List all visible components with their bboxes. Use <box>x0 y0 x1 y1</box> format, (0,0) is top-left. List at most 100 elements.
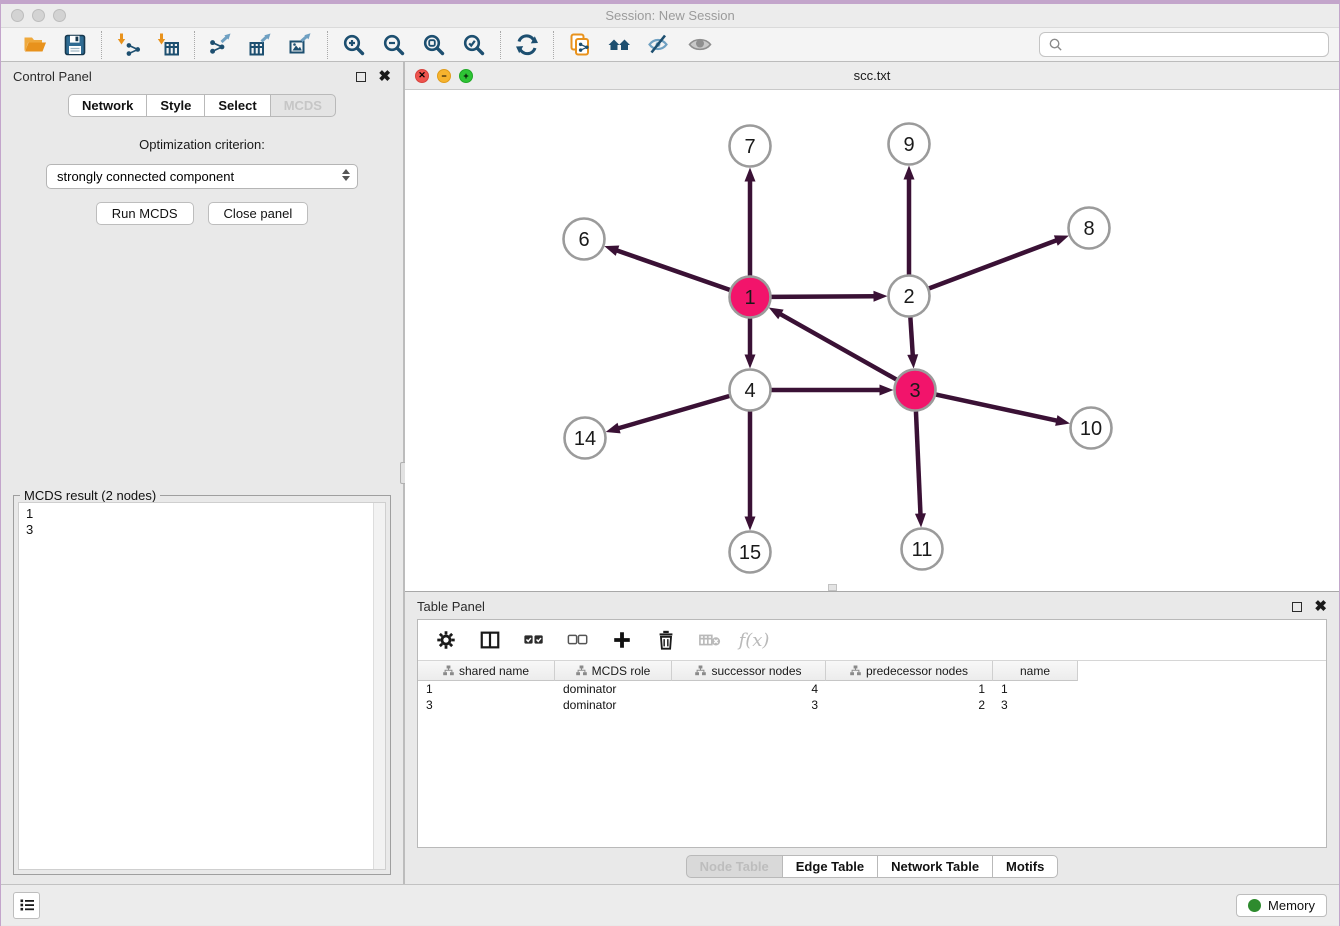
cell-successor-nodes[interactable]: 3 <box>672 698 826 712</box>
add-column-icon[interactable] <box>610 628 634 652</box>
float-panel-icon[interactable] <box>356 72 366 82</box>
graph-edge-1-6[interactable] <box>604 246 729 290</box>
zoom-fit-icon[interactable] <box>420 31 448 59</box>
graph-edge-2-9[interactable] <box>904 166 915 275</box>
control-panel-tabs: NetworkStyleSelectMCDS <box>1 94 403 117</box>
first-neighbors-icon[interactable] <box>606 31 634 59</box>
close-icon[interactable] <box>11 9 24 22</box>
scrollbar[interactable] <box>373 503 385 869</box>
cell-name[interactable]: 3 <box>993 698 1078 712</box>
column-header-shared-name[interactable]: shared name <box>418 661 555 681</box>
cell-shared-name[interactable]: 3 <box>418 698 555 712</box>
task-history-button[interactable] <box>13 892 40 919</box>
split-panel-icon[interactable] <box>478 628 502 652</box>
hide-details-icon[interactable] <box>646 31 674 59</box>
graph-edge-3-11[interactable] <box>915 411 926 527</box>
mcds-result-text[interactable]: 13 <box>19 503 373 869</box>
graph-edge-1-2[interactable] <box>771 291 887 302</box>
close-panel-icon[interactable]: ✖ <box>378 69 391 84</box>
export-table-icon[interactable] <box>247 31 275 59</box>
column-header-successor-nodes[interactable]: successor nodes <box>672 661 826 681</box>
graph-edge-3-10[interactable] <box>936 395 1070 426</box>
graph-edge-4-3[interactable] <box>772 385 894 396</box>
table-header-row: shared nameMCDS rolesuccessor nodesprede… <box>418 660 1326 681</box>
graph-node-9[interactable]: 9 <box>889 124 930 165</box>
graph-node-4[interactable]: 4 <box>730 370 771 411</box>
graph-node-8[interactable]: 8 <box>1069 208 1110 249</box>
cell-mcds-role[interactable]: dominator <box>555 682 672 696</box>
run-mcds-button[interactable]: Run MCDS <box>96 202 194 225</box>
graph-edge-2-3[interactable] <box>907 317 918 368</box>
graph-edge-3-1[interactable] <box>769 308 897 380</box>
graph-edge-1-4[interactable] <box>745 319 756 369</box>
tab-network-table[interactable]: Network Table <box>877 855 992 878</box>
memory-button[interactable]: Memory <box>1236 894 1327 917</box>
column-header-predecessor-nodes[interactable]: predecessor nodes <box>826 661 993 681</box>
clone-network-icon[interactable] <box>566 31 594 59</box>
delete-column-icon[interactable] <box>654 628 678 652</box>
criterion-select[interactable]: strongly connected component <box>46 164 358 189</box>
network-canvas[interactable]: 7 9 6 8 1 2 4 3 14 10 15 11 <box>405 90 1339 591</box>
control-panel: Control Panel ✖ NetworkStyleSelectMCDS O… <box>1 62 403 884</box>
tab-motifs[interactable]: Motifs <box>992 855 1058 878</box>
close-panel-icon[interactable]: ✖ <box>1314 599 1327 614</box>
splitter-grip[interactable] <box>828 584 837 591</box>
zoom-in-icon[interactable] <box>340 31 368 59</box>
graph-node-14[interactable]: 14 <box>565 418 606 459</box>
cell-name[interactable]: 1 <box>993 682 1078 696</box>
graph-edge-4-15[interactable] <box>745 412 756 531</box>
show-details-icon[interactable] <box>686 31 714 59</box>
graph-node-1[interactable]: 1 <box>730 277 771 318</box>
export-image-icon[interactable] <box>287 31 315 59</box>
cell-successor-nodes[interactable]: 4 <box>672 682 826 696</box>
maximize-icon[interactable] <box>53 9 66 22</box>
graph-edge-4-14[interactable] <box>606 396 730 433</box>
refresh-icon[interactable] <box>513 31 541 59</box>
toolbar-separator <box>553 31 554 59</box>
graph-node-6[interactable]: 6 <box>564 219 605 260</box>
graph-node-15[interactable]: 15 <box>730 532 771 573</box>
close-icon[interactable]: ✕ <box>415 69 429 83</box>
svg-text:1: 1 <box>744 287 755 309</box>
column-header-name[interactable]: name <box>993 661 1078 681</box>
table-toolbar: f(x) <box>418 620 1326 660</box>
cell-shared-name[interactable]: 1 <box>418 682 555 696</box>
graph-node-10[interactable]: 10 <box>1071 408 1112 449</box>
zoom-icon[interactable]: + <box>459 69 473 83</box>
graph-node-3[interactable]: 3 <box>895 370 936 411</box>
deselect-all-icon[interactable] <box>566 628 590 652</box>
mcds-tab-content: Optimization criterion: strongly connect… <box>1 117 403 884</box>
gear-icon[interactable] <box>434 628 458 652</box>
column-header-mcds-role[interactable]: MCDS role <box>555 661 672 681</box>
graph-node-2[interactable]: 2 <box>889 276 930 317</box>
open-file-icon[interactable] <box>21 31 49 59</box>
zoom-out-icon[interactable] <box>380 31 408 59</box>
import-network-icon[interactable] <box>114 31 142 59</box>
cell-mcds-role[interactable]: dominator <box>555 698 672 712</box>
tab-network[interactable]: Network <box>68 94 146 117</box>
float-panel-icon[interactable] <box>1292 602 1302 612</box>
zoom-selected-icon[interactable] <box>460 31 488 59</box>
search-input[interactable] <box>1069 36 1320 53</box>
graph-node-11[interactable]: 11 <box>902 529 943 570</box>
cell-predecessor-nodes[interactable]: 2 <box>826 698 993 712</box>
minimize-icon[interactable] <box>32 9 45 22</box>
svg-text:3: 3 <box>909 380 920 402</box>
export-network-icon[interactable] <box>207 31 235 59</box>
minimize-icon[interactable]: − <box>437 69 451 83</box>
import-table-icon[interactable] <box>154 31 182 59</box>
table-row[interactable]: 1dominator411 <box>418 681 1326 697</box>
cell-predecessor-nodes[interactable]: 1 <box>826 682 993 696</box>
tab-select[interactable]: Select <box>204 94 269 117</box>
graph-node-7[interactable]: 7 <box>730 126 771 167</box>
graph-edge-1-7[interactable] <box>745 168 756 276</box>
select-all-icon[interactable] <box>522 628 546 652</box>
table-row[interactable]: 3dominator323 <box>418 697 1326 713</box>
save-session-icon[interactable] <box>61 31 89 59</box>
graph-edge-2-8[interactable] <box>929 235 1069 288</box>
tab-edge-table[interactable]: Edge Table <box>782 855 877 878</box>
tab-mcds[interactable]: MCDS <box>270 94 336 117</box>
tab-style[interactable]: Style <box>146 94 204 117</box>
tab-node-table[interactable]: Node Table <box>686 855 782 878</box>
close-panel-button[interactable]: Close panel <box>208 202 309 225</box>
